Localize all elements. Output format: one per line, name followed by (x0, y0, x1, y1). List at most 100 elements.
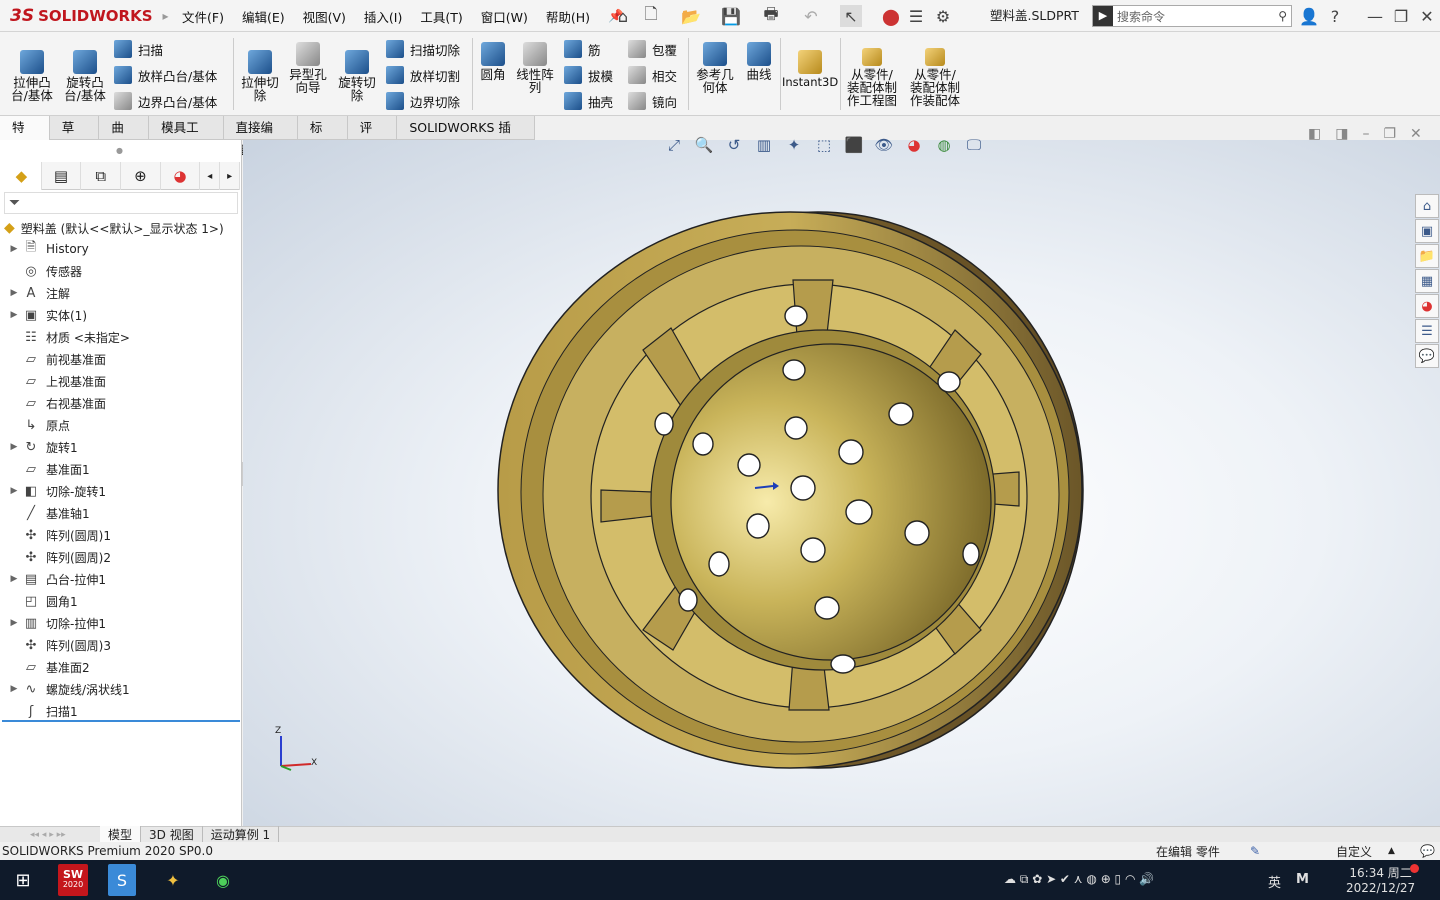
solidworks-taskbar-icon[interactable]: SW 2020 (58, 864, 88, 896)
menu-window[interactable]: 窗口(W) (472, 7, 537, 26)
menu-view[interactable]: 视图(V) (294, 7, 355, 26)
app-s-taskbar-icon[interactable]: S (108, 864, 136, 896)
sweep-button[interactable]: 扫描 (114, 38, 163, 60)
new-document-icon[interactable]: 🗋 (640, 4, 662, 27)
tree-item[interactable]: ☷ 材质 <未指定> (6, 326, 238, 348)
display-style-icon[interactable]: ⬛ (843, 134, 865, 156)
restore-icon[interactable]: ❐ (1390, 5, 1412, 27)
user-icon[interactable]: 👤 (1298, 5, 1320, 27)
mirror-button[interactable]: 镜向 (628, 90, 677, 112)
intersect-button[interactable]: 相交 (628, 64, 677, 86)
dynamic-annotation-icon[interactable]: ✦ (783, 134, 805, 156)
tree-item[interactable]: ✣ 阵列(圆周)3 (6, 634, 238, 656)
doc-close-icon[interactable]: ✕ (1410, 126, 1422, 142)
tab-surfaces[interactable]: 曲面 (99, 116, 150, 158)
tab-mold-tools[interactable]: 模具工具 (149, 116, 224, 158)
menu-insert[interactable]: 插入(I) (355, 7, 411, 26)
close-icon[interactable]: ✕ (1416, 5, 1438, 27)
tab-model[interactable]: 模型 (100, 826, 142, 843)
clock[interactable]: 16:34 周二 2022/12/27 (1346, 864, 1415, 895)
revolve-cut-button[interactable]: 旋转切 除 (334, 50, 380, 102)
forum-icon[interactable]: 💬 (1415, 344, 1439, 368)
expand-arrow-icon[interactable]: ▶ (6, 288, 22, 298)
tree-item[interactable]: ▶ 🗎 History (6, 238, 238, 260)
search-command-field[interactable]: ▶ 搜索命令 ⚲ (1092, 5, 1292, 27)
solidworks-logo[interactable]: 3S SOLIDWORKS ▸ (10, 2, 169, 30)
view-settings-icon[interactable]: 🖵 (963, 134, 985, 156)
menu-file[interactable]: 文件(F) (173, 7, 233, 26)
tree-item[interactable]: ◰ 圆角1 (6, 590, 238, 612)
file-properties-icon[interactable]: ☰ (905, 5, 927, 27)
tree-root-part[interactable]: ◆ 塑料盖 (默认<<默认>_显示状态 1>) (4, 218, 224, 238)
tree-item[interactable]: ◎ 传感器 (6, 260, 238, 282)
app-feather-taskbar-icon[interactable]: ✦ (156, 864, 190, 896)
curves-button[interactable]: 曲线 (742, 42, 776, 81)
tree-item[interactable]: ▱ 基准面1 (6, 458, 238, 480)
tab-scroll-right-icon[interactable]: ▸ (220, 162, 241, 190)
graphics-area[interactable]: ⤢ 🔍 ↺ ▥ ✦ ⬚ ⬛ 👁 ◕ ◍ 🖵 ◧ ◨ – ❐ ✕ Z X ⌂ ▣ … (243, 126, 1440, 826)
instant3d-button[interactable]: Instant3D (782, 50, 838, 89)
previous-view-icon[interactable]: ↺ (723, 134, 745, 156)
minimize-icon[interactable]: — (1364, 5, 1386, 27)
rebuild-status-icon[interactable]: ✎ (1250, 844, 1260, 858)
tree-item[interactable]: ✣ 阵列(圆周)2 (6, 546, 238, 568)
doc-minimize-icon[interactable]: – (1362, 126, 1369, 142)
tab-nav-arrows-icon[interactable]: ◂◂ ◂ ▸ ▸▸ (0, 830, 100, 840)
tree-item[interactable]: ▱ 上视基准面 (6, 370, 238, 392)
draft-button[interactable]: 拔模 (564, 64, 613, 86)
print-icon[interactable]: 🖶 (760, 4, 782, 27)
file-explorer-icon[interactable]: 📁 (1415, 244, 1439, 268)
panel-grip-icon[interactable]: ● (116, 146, 123, 155)
boundary-cut-button[interactable]: 边界切除 (386, 90, 460, 112)
home-icon[interactable]: ⌂ (612, 5, 634, 27)
unit-menu-arrow-icon[interactable]: ▲ (1388, 846, 1395, 856)
solidworks-resources-icon[interactable]: ⌂ (1415, 194, 1439, 218)
tree-item[interactable]: ▱ 前视基准面 (6, 348, 238, 370)
expand-arrow-icon[interactable]: ▶ (6, 310, 22, 320)
rib-button[interactable]: 筋 (564, 38, 601, 60)
expand-arrow-icon[interactable]: ▶ (6, 684, 22, 694)
tab-features[interactable]: 特征 (0, 116, 50, 158)
unit-system[interactable]: 自定义 (1336, 843, 1372, 860)
tree-item[interactable]: ▶ ◧ 切除-旋转1 (6, 480, 238, 502)
menu-tools[interactable]: 工具(T) (411, 7, 471, 26)
tree-item[interactable]: ▶ ▥ 切除-拉伸1 (6, 612, 238, 634)
plastic-cap-model[interactable] (493, 210, 1093, 770)
edit-appearance-icon[interactable]: ◕ (903, 134, 925, 156)
revolve-boss-button[interactable]: 旋转凸 台/基体 (60, 50, 110, 102)
zoom-to-area-icon[interactable]: 🔍 (693, 134, 715, 156)
view-orientation-icon[interactable]: ⬚ (813, 134, 835, 156)
tree-item[interactable]: ╱ 基准轴1 (6, 502, 238, 524)
ime-indicator[interactable]: 英 (1268, 872, 1281, 891)
feature-tree-tab-icon[interactable]: ◆ (2, 162, 42, 190)
tree-item[interactable]: ↳ 原点 (6, 414, 238, 436)
tree-filter-field[interactable]: ⏷ (4, 192, 238, 214)
display-manager-tab-icon[interactable]: ◕ (161, 162, 201, 190)
select-arrow-icon[interactable]: ↖ (840, 5, 862, 27)
wrap-button[interactable]: 包覆 (628, 38, 677, 60)
ime-mode-icon[interactable]: M (1296, 872, 1309, 887)
reference-geometry-button[interactable]: 参考几 何体 (692, 42, 738, 94)
extrude-boss-button[interactable]: 拉伸凸 台/基体 (8, 50, 56, 102)
tree-item[interactable]: ▶ ▤ 凸台-拉伸1 (6, 568, 238, 590)
expand-arrow-icon[interactable]: ▶ (6, 442, 22, 452)
tab-evaluate[interactable]: 评估 (348, 116, 398, 158)
tree-item[interactable]: ▶ ▣ 实体(1) (6, 304, 238, 326)
doc-restore-icon[interactable]: ❐ (1383, 126, 1396, 142)
chevron-right-icon[interactable]: ▸ (163, 9, 169, 23)
collapse-left-icon[interactable]: ◧ (1308, 126, 1321, 142)
extrude-cut-button[interactable]: 拉伸切 除 (238, 50, 282, 102)
make-assembly-button[interactable]: 从零件/ 装配体制 作装配体 (904, 48, 966, 107)
tree-item[interactable]: ▶ ∿ 螺旋线/涡状线1 (6, 678, 238, 700)
undo-icon[interactable]: ↶ (800, 5, 822, 27)
save-icon[interactable]: 💾 (720, 5, 742, 27)
fillet-button[interactable]: 圆角 (476, 42, 510, 81)
configuration-manager-tab-icon[interactable]: ⧉ (81, 162, 122, 190)
tab-sketch[interactable]: 草图 (50, 116, 100, 158)
tooltip-icon[interactable]: 💬 (1420, 844, 1435, 858)
tab-markup[interactable]: 标注 (298, 116, 348, 158)
tree-item[interactable]: ▶ ↻ 旋转1 (6, 436, 238, 458)
custom-properties-icon[interactable]: ☰ (1415, 319, 1439, 343)
apply-scene-icon[interactable]: ◍ (933, 134, 955, 156)
loft-boss-button[interactable]: 放样凸台/基体 (114, 64, 217, 86)
